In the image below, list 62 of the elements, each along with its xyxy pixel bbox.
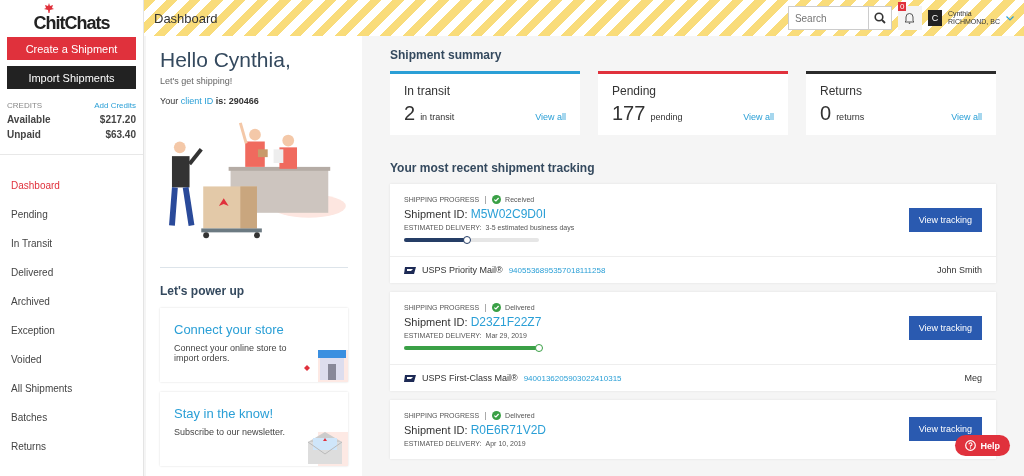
credit-label: Available [7,114,51,125]
logo-text: ChitChats [33,13,110,33]
sidebar-item[interactable]: Pending [0,202,143,231]
client-id-text: Your client ID is: 290466 [160,96,260,106]
card-title: Returns [820,84,864,98]
maple-leaf-icon [44,3,54,13]
chevron-down-icon[interactable] [1006,15,1014,21]
card-title: Stay in the know! [174,406,274,421]
credit-label: Unpaid [7,129,41,140]
count-unit: in transit [420,112,455,122]
count-unit: returns [836,112,865,122]
card-title: In transit [404,84,452,98]
bell-icon [904,12,916,24]
recipient-name: Meg [964,373,982,383]
sidebar-item[interactable]: In Transit [0,231,143,260]
card-text: Connect your online store to import orders. [174,343,288,363]
view-tracking-button[interactable]: View tracking [908,315,982,340]
check-circle-icon [492,303,502,312]
credit-amount: $217.20 [99,114,136,125]
view-tracking-button[interactable]: View tracking [908,417,982,441]
sidebar-item[interactable]: Delivered [0,260,143,289]
question-icon [965,440,977,451]
credits-heading: CREDITS [7,101,43,110]
check-circle-icon [492,411,502,420]
section-heading: Shipment summary [390,48,503,62]
connect-store-card[interactable]: Connect your store Connect your online store to import orders. [160,308,348,382]
greeting: Hello Cynthia, [160,48,292,72]
search-field[interactable]: Search [787,6,868,30]
section-heading: Your most recent shipment tracking [390,161,596,175]
sidebar-item[interactable]: Archived [0,289,143,318]
view-tracking-button[interactable]: View tracking [908,207,982,232]
newsletter-card[interactable]: Stay in the know! Subscribe to our newsletter. [160,392,348,466]
help-button[interactable]: Help [955,435,1010,456]
section-heading: Let's power up [160,284,246,298]
notification-badge: 0 [897,2,907,11]
shipment-id-label: Shipment ID: [404,208,468,220]
search-button[interactable] [867,6,892,30]
sidebar-item[interactable]: Batches [0,405,143,434]
card-text: Subscribe to our newsletter. [174,427,287,437]
count: 0 [820,102,832,125]
carrier-name: USPS First-Class Mail® [422,373,518,383]
credit-amount: $63.40 [105,129,136,140]
create-shipment-button[interactable]: Create a Shipment [7,37,136,60]
sidebar-item[interactable]: Returns [0,434,143,463]
import-shipments-button[interactable]: Import Shipments [7,66,136,89]
check-circle-icon [492,195,502,204]
card-title: Connect your store [174,322,285,337]
card-title: Pending [612,84,658,98]
sidebar-item[interactable]: Dashboard [0,173,143,202]
welcome-subtitle: Let's get shipping! [160,76,234,86]
recipient-name: John Smith [936,265,982,275]
shipment-id-label: Shipment ID: [404,316,468,328]
count: 177 [612,102,646,125]
user-avatar[interactable]: C [927,10,942,26]
count-unit: pending [650,112,683,122]
search-icon [873,12,886,24]
count: 2 [404,102,416,125]
shipment-id-label: Shipment ID: [404,424,468,436]
carrier-name: USPS Priority Mail® [422,265,503,275]
sidebar-item[interactable]: Voided [0,347,143,376]
sidebar-item[interactable]: All Shipments [0,376,143,405]
sidebar-item[interactable]: Exception [0,318,143,347]
